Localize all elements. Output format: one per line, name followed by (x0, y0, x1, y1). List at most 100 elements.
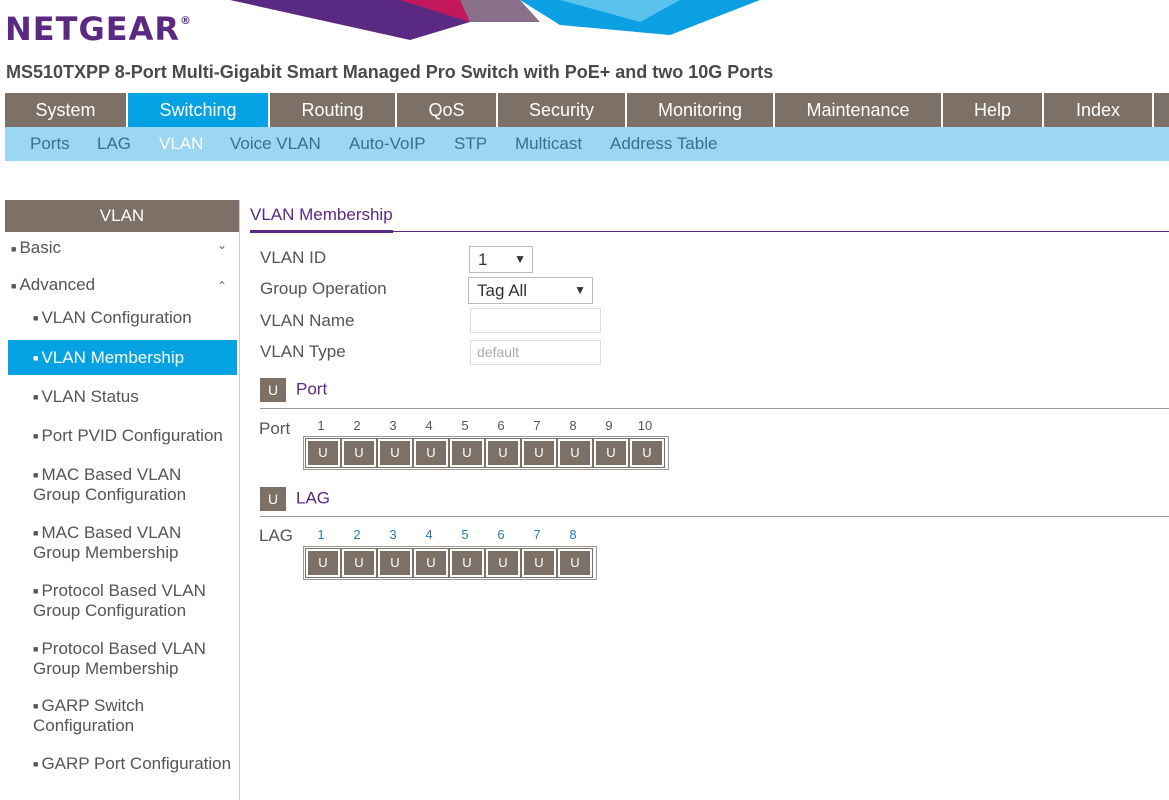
sidebar-item-mac-based-vlan-group-configuration[interactable]: ■ MAC Based VLAN Group Configuration (33, 465, 233, 504)
title-divider (250, 231, 1169, 232)
lag-3-membership-toggle[interactable]: U (377, 548, 413, 578)
chevron-up-icon: ⌃ (216, 279, 227, 293)
group-operation-label: Group Operation (260, 279, 387, 298)
lag-membership-group: U U U U U U U U (303, 546, 597, 580)
header-banner: NETGEAR® (0, 0, 1169, 60)
sidebar-item-garp-switch-configuration[interactable]: ■ GARP Switch Configuration (33, 696, 233, 735)
subtab-auto-voip[interactable]: Auto-VoIP (349, 127, 426, 161)
port-number: 5 (461, 418, 469, 433)
sub-navigation: Ports LAG VLAN Voice VLAN Auto-VoIP STP … (5, 127, 1169, 161)
port-4-membership-toggle[interactable]: U (413, 438, 449, 468)
tab-qos[interactable]: QoS (397, 93, 498, 127)
port-3-membership-toggle[interactable]: U (377, 438, 413, 468)
tab-help[interactable]: Help (943, 93, 1044, 127)
lag-number: 2 (353, 527, 361, 542)
tab-routing[interactable]: Routing (270, 93, 397, 127)
lag-number: 5 (461, 527, 469, 542)
sidebar-item-mac-based-vlan-group-membership[interactable]: ■ MAC Based VLAN Group Membership (33, 523, 233, 562)
subtab-ports[interactable]: Ports (30, 127, 70, 161)
vlan-id-select[interactable]: 1 ▼ (469, 246, 533, 273)
page-title: VLAN Membership (250, 205, 393, 233)
lag-number: 8 (569, 527, 577, 542)
sidebar-group-advanced[interactable]: ■ Advanced ⌃ (11, 275, 233, 295)
chevron-down-icon: ⌄ (216, 238, 227, 252)
port-section-divider (260, 408, 1169, 409)
port-number: 10 (637, 418, 653, 433)
port-8-membership-toggle[interactable]: U (557, 438, 593, 468)
tab-index[interactable]: Index (1044, 93, 1154, 127)
port-row-label: Port (259, 419, 291, 438)
sidebar: VLAN ■ Basic ⌄ ■ Advanced ⌃ ■ VLAN Configur… (5, 200, 240, 800)
lag-6-membership-toggle[interactable]: U (485, 548, 521, 578)
vlan-name-label: VLAN Name (260, 311, 355, 330)
product-title: MS510TXPP 8-Port Multi-Gigabit Smart Man… (6, 62, 774, 82)
lag-number: 7 (533, 527, 541, 542)
vlan-type-field: default (470, 340, 601, 365)
port-numbers: 1 2 3 4 5 6 7 8 9 10 (303, 418, 663, 433)
bullet-icon: ■ (11, 243, 17, 254)
lag-row-label: LAG (259, 526, 294, 545)
subtab-voice-vlan[interactable]: Voice VLAN (230, 127, 321, 161)
port-number: 8 (569, 418, 577, 433)
subtab-lag[interactable]: LAG (97, 127, 131, 161)
lag-number: 4 (425, 527, 433, 542)
tab-system[interactable]: System (5, 93, 128, 127)
port-6-membership-toggle[interactable]: U (485, 438, 521, 468)
port-number: 3 (389, 418, 397, 433)
port-number: 9 (605, 418, 613, 433)
vlan-type-label: VLAN Type (260, 342, 346, 361)
port-number: 2 (353, 418, 361, 433)
sidebar-item-garp-port-configuration[interactable]: ■ GARP Port Configuration (33, 754, 233, 774)
tab-security[interactable]: Security (498, 93, 627, 127)
lag-section-header: U LAG (260, 487, 330, 511)
lag-number: 1 (317, 527, 325, 542)
lag-number: 3 (389, 527, 397, 542)
port-number: 1 (317, 418, 325, 433)
subtab-address-table[interactable]: Address Table (610, 127, 717, 161)
vlan-name-input[interactable] (470, 308, 601, 333)
lag-7-membership-toggle[interactable]: U (521, 548, 557, 578)
port-5-membership-toggle[interactable]: U (449, 438, 485, 468)
vlan-id-label: VLAN ID (260, 248, 327, 267)
sidebar-item-vlan-membership[interactable]: ■ VLAN Membership (8, 340, 237, 375)
sidebar-item-port-pvid-configuration[interactable]: ■ Port PVID Configuration (33, 426, 233, 446)
lag-2-membership-toggle[interactable]: U (341, 548, 377, 578)
lag-8-membership-toggle[interactable]: U (557, 548, 593, 578)
untagged-u-icon: U (260, 487, 286, 511)
tab-monitoring[interactable]: Monitoring (627, 93, 775, 127)
port-7-membership-toggle[interactable]: U (521, 438, 557, 468)
bullet-icon: ■ (11, 280, 17, 291)
main-content: VLAN Membership VLAN ID 1 ▼ Group Operati… (250, 200, 1169, 800)
lag-5-membership-toggle[interactable]: U (449, 548, 485, 578)
port-membership-group: U U U U U U U U U U (303, 436, 669, 470)
port-9-membership-toggle[interactable]: U (593, 438, 629, 468)
netgear-logo: NETGEAR® (5, 10, 192, 48)
lag-1-membership-toggle[interactable]: U (305, 548, 341, 578)
port-number: 4 (425, 418, 433, 433)
port-10-membership-toggle[interactable]: U (629, 438, 665, 468)
subtab-vlan[interactable]: VLAN (159, 127, 203, 161)
lag-number: 6 (497, 527, 505, 542)
tab-switching[interactable]: Switching (128, 93, 270, 127)
chevron-down-icon: ▼ (514, 252, 526, 266)
group-operation-select[interactable]: Tag All ▼ (468, 277, 593, 304)
port-section-header: U Port (260, 378, 327, 402)
sidebar-item-protocol-based-vlan-group-membership[interactable]: ■ Protocol Based VLAN Group Membership (33, 639, 233, 678)
lag-numbers: 1 2 3 4 5 6 7 8 (303, 527, 591, 542)
sidebar-item-vlan-configuration[interactable]: ■ VLAN Configuration (33, 308, 233, 328)
untagged-u-icon: U (260, 378, 286, 402)
sidebar-item-protocol-based-vlan-group-configuration[interactable]: ■ Protocol Based VLAN Group Configuration (33, 581, 233, 620)
lag-4-membership-toggle[interactable]: U (413, 548, 449, 578)
subtab-multicast[interactable]: Multicast (515, 127, 582, 161)
port-2-membership-toggle[interactable]: U (341, 438, 377, 468)
sidebar-title: VLAN (5, 200, 239, 232)
lag-section-divider (260, 516, 1169, 517)
tab-maintenance[interactable]: Maintenance (775, 93, 943, 127)
chevron-down-icon: ▼ (574, 283, 586, 297)
port-1-membership-toggle[interactable]: U (305, 438, 341, 468)
sidebar-item-vlan-status[interactable]: ■ VLAN Status (33, 387, 233, 407)
port-number: 7 (533, 418, 541, 433)
top-navigation: System Switching Routing QoS Security Mo… (5, 93, 1169, 127)
subtab-stp[interactable]: STP (454, 127, 487, 161)
sidebar-group-basic[interactable]: ■ Basic ⌄ (11, 238, 233, 258)
